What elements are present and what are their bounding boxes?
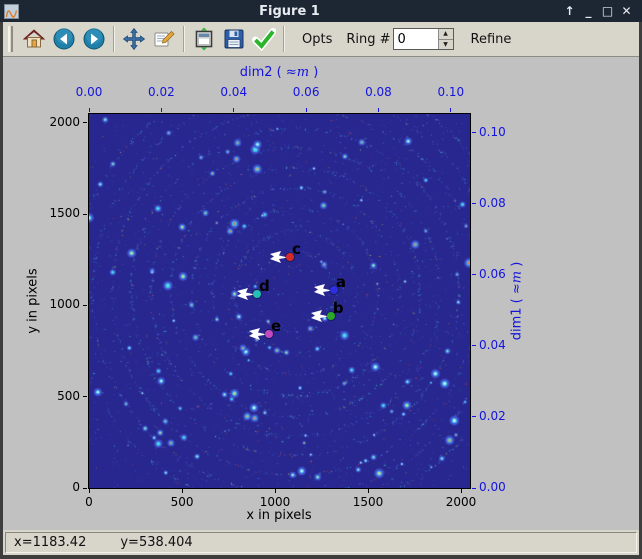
figure-area: abcde dim2 ( ≈m ) x in pixels y in pixel… [3,56,639,530]
home-button[interactable] [19,24,49,54]
y-tick [83,487,87,489]
y-tick-label: 0 [72,480,80,494]
right-tick-label: 0.10 [479,124,506,139]
top-tick [450,108,452,112]
top-tick-label: 0.06 [292,85,320,99]
top-tick-label: 0.00 [75,85,103,99]
edit-button[interactable] [149,24,179,54]
configure-subplots-icon [195,27,213,51]
right-tick-label: 0.06 [479,266,506,281]
x-tick [181,489,183,493]
x-tick [274,489,276,493]
x-tick [367,489,369,493]
y-tick-label: 1000 [49,297,80,312]
apply-button[interactable] [249,24,279,54]
bottom-axis-label: x in pixels [246,508,312,523]
cursor-y-coordinate: y=538.404 [120,535,193,550]
top-tick [377,108,379,112]
right-tick-label: 0.00 [479,480,506,494]
right-tick [472,132,476,134]
maximize-button[interactable]: □ [598,4,617,18]
right-tick-label: 0.04 [479,337,506,352]
x-tick-label: 500 [170,495,194,509]
x-tick-label: 1500 [352,495,384,509]
top-axis-label: dim2 ( ≈m ) [239,65,319,80]
title-bar[interactable]: Figure 1 ↑ _ □ ✕ [0,0,642,22]
shade-button[interactable]: ↑ [560,4,579,18]
matplotlib-logo-icon [4,3,19,19]
x-tick [460,489,462,493]
ring-number-label: Ring # [346,31,391,47]
minimize-button[interactable]: _ [579,4,598,18]
y-tick-label: 500 [57,388,80,403]
top-tick [233,108,235,112]
right-tick [472,416,476,418]
right-axis-label: dim1 ( ≈m ) [509,261,525,341]
toolbar-grip[interactable] [8,26,13,52]
subplots-button[interactable] [189,24,219,54]
spin-down-icon[interactable]: ▼ [439,40,453,50]
toolbar: Opts Ring # ▲ ▼ Refine [3,22,639,56]
top-tick-label: 0.10 [437,85,465,99]
y-tick [83,213,87,215]
floppy-disk-icon [224,29,244,49]
right-tick [472,274,476,276]
x-tick [88,489,90,493]
move-icon [122,27,146,51]
pan-button[interactable] [119,24,149,54]
left-axis-label: y in pixels [25,268,41,334]
arrow-left-icon [53,28,75,50]
diffraction-image-canvas[interactable] [89,114,470,488]
cursor-x-coordinate: x=1183.42 [14,535,87,550]
arrow-right-icon [83,28,105,50]
y-tick-label: 2000 [49,114,80,129]
status-bar: x=1183.42 y=538.404 [3,530,639,555]
top-tick [88,108,90,112]
forward-button[interactable] [79,24,109,54]
y-tick-label: 1500 [49,206,80,221]
right-tick-label: 0.08 [479,195,506,210]
refine-button[interactable]: Refine [464,32,519,47]
notepad-pencil-icon [154,30,175,47]
right-tick-label: 0.02 [479,408,506,423]
opts-button[interactable]: Opts [295,32,339,47]
back-button[interactable] [49,24,79,54]
x-tick-label: 1000 [259,495,291,509]
figure-window: Figure 1 ↑ _ □ ✕ Opts Ring # 0 ▲ ▼ Refin… [0,0,642,559]
right-tick [472,487,476,489]
spin-up-icon[interactable]: ▲ [438,29,453,40]
home-icon [22,29,46,48]
close-button[interactable]: ✕ [617,4,636,18]
plot-axes: abcde [88,113,471,489]
right-tick [472,345,476,347]
toolbar-separator [113,26,115,52]
ring-number-input[interactable] [393,29,438,49]
y-tick [83,304,87,306]
top-tick [160,108,162,112]
ring-number-spinbox[interactable]: ▲ ▼ [392,28,454,50]
toolbar-separator [283,26,285,52]
top-tick [305,108,307,112]
x-tick-label: 2000 [445,495,477,509]
save-button[interactable] [219,24,249,54]
y-tick [83,396,87,398]
x-tick-label: 0 [85,495,93,509]
top-tick-label: 0.02 [148,85,175,99]
y-tick [83,122,87,124]
top-tick-label: 0.08 [365,85,392,99]
check-icon [252,28,276,51]
toolbar-separator [183,26,185,52]
top-tick-label: 0.04 [220,85,248,99]
window-title: Figure 1 [259,3,320,19]
right-tick [472,203,476,205]
